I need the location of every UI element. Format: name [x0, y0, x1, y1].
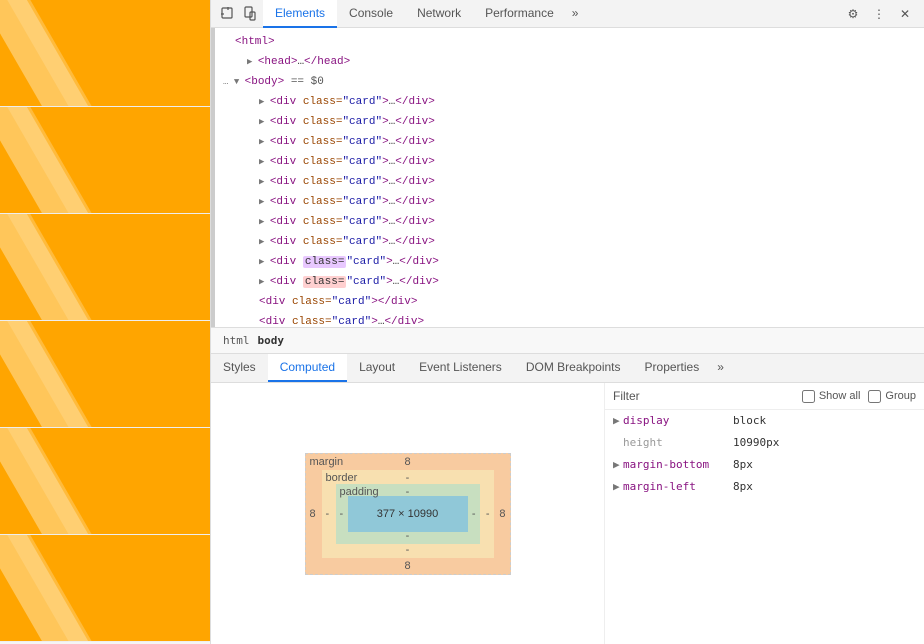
breadcrumb-html[interactable]: html [219, 332, 254, 349]
breadcrumb-bar: html body [211, 328, 924, 354]
padding-box: padding - - - 377 × 10990 - [336, 484, 480, 544]
close-icon[interactable]: ✕ [894, 3, 916, 25]
tab-elements[interactable]: Elements [263, 0, 337, 28]
border-box: border - - - padding - - - 377 × 10990 - [322, 470, 494, 558]
box-model-diagram: margin 8 8 8 border - - - padding - [305, 453, 511, 575]
card-preview-3 [0, 214, 210, 321]
panel-content: margin 8 8 8 border - - - padding - [211, 383, 924, 644]
tab-event-listeners[interactable]: Event Listeners [407, 354, 514, 382]
panel-tabs: Styles Computed Layout Event Listeners D… [211, 354, 924, 383]
prop-margin-left[interactable]: ▶ margin-left 8px [605, 476, 924, 498]
dom-line-card-1[interactable]: ▶ <div class="card">…</div> [219, 92, 924, 112]
breadcrumb-body[interactable]: body [254, 332, 289, 349]
padding-left-value: - [340, 508, 344, 520]
prop-display-name: display [623, 412, 733, 430]
prop-display-triangle[interactable]: ▶ [613, 412, 623, 430]
card-preview-2 [0, 107, 210, 214]
tab-console[interactable]: Console [337, 0, 405, 28]
margin-top-value: 8 [404, 456, 410, 468]
group-checkbox[interactable]: Group [868, 390, 916, 403]
prop-margin-bottom-value: 8px [733, 456, 753, 474]
border-left-value: - [326, 508, 330, 520]
dom-line-body[interactable]: … ▼ <body> == $0 [219, 72, 924, 92]
prop-height-name: height [623, 434, 733, 452]
devtools-panel: Elements Console Network Performance » ⚙… [210, 0, 924, 644]
dom-line-card-12[interactable]: <div class="card">…</div> [219, 312, 924, 328]
card-preview-1 [0, 0, 210, 107]
tab-computed[interactable]: Computed [268, 354, 347, 382]
group-input[interactable] [868, 390, 881, 403]
padding-top-value: - [406, 486, 410, 498]
prop-display[interactable]: ▶ display block [605, 410, 924, 432]
prop-margin-bottom[interactable]: ▶ margin-bottom 8px [605, 454, 924, 476]
bottom-panel: Styles Computed Layout Event Listeners D… [211, 354, 924, 644]
dom-line-card-7[interactable]: ▶ <div class="card">…</div> [219, 212, 924, 232]
dom-line-card-8[interactable]: ▶ <div class="card">…</div> [219, 232, 924, 252]
margin-right-value: 8 [499, 508, 505, 520]
devtools-toolbar: Elements Console Network Performance » ⚙… [211, 0, 924, 28]
dom-tree-panel[interactable]: <html> ▶ <head>…</head> … ▼ <body> == $0… [211, 28, 924, 328]
card-preview-5 [0, 428, 210, 535]
border-label: border [326, 472, 358, 484]
prop-height-triangle [613, 434, 623, 452]
settings-icon[interactable]: ⚙ [842, 3, 864, 25]
margin-left-value: 8 [310, 508, 316, 520]
tab-layout[interactable]: Layout [347, 354, 407, 382]
toolbar-actions: ⚙ ⋮ ✕ [842, 3, 916, 25]
margin-box: margin 8 8 8 border - - - padding - [305, 453, 511, 575]
content-box: 377 × 10990 [348, 496, 468, 532]
dom-line-card-3[interactable]: ▶ <div class="card">…</div> [219, 132, 924, 152]
prop-height-value: 10990px [733, 434, 779, 452]
device-toggle-icon[interactable] [241, 5, 259, 23]
dom-line-card-2[interactable]: ▶ <div class="card">…</div> [219, 112, 924, 132]
padding-bottom-value: - [406, 530, 410, 542]
computed-props-panel: Filter Show all Group ▶ display block [604, 383, 924, 644]
prop-margin-left-triangle[interactable]: ▶ [613, 478, 623, 496]
show-all-checkbox[interactable]: Show all [802, 390, 861, 403]
border-bottom-value: - [406, 544, 410, 556]
prop-margin-left-value: 8px [733, 478, 753, 496]
dom-line-card-9[interactable]: ▶ <div class="card">…</div> [219, 252, 924, 272]
devtools-tabs: Elements Console Network Performance » [263, 0, 842, 28]
padding-right-value: - [472, 508, 476, 520]
card-preview-4 [0, 321, 210, 428]
border-top-value: - [406, 472, 410, 484]
inspect-icon[interactable] [219, 5, 237, 23]
tab-styles[interactable]: Styles [211, 354, 268, 382]
dom-line-card-10[interactable]: ▶ <div class="card">…</div> [219, 272, 924, 292]
prop-display-value: block [733, 412, 766, 430]
margin-label: margin [310, 456, 344, 468]
more-options-icon[interactable]: ⋮ [868, 3, 890, 25]
prop-margin-bottom-triangle[interactable]: ▶ [613, 456, 623, 474]
tab-dom-breakpoints[interactable]: DOM Breakpoints [514, 354, 633, 382]
dom-line-card-11[interactable]: <div class="card"></div> [219, 292, 924, 312]
tab-network[interactable]: Network [405, 0, 473, 28]
show-all-label: Show all [819, 390, 861, 402]
card-preview-6 [0, 535, 210, 642]
dom-line-head[interactable]: ▶ <head>…</head> [219, 52, 924, 72]
filter-bar: Filter Show all Group [605, 383, 924, 410]
prop-margin-bottom-name: margin-bottom [623, 456, 733, 474]
tab-more[interactable]: » [566, 0, 585, 28]
tab-panel-more[interactable]: » [711, 354, 730, 382]
dom-line-html[interactable]: <html> [219, 32, 924, 52]
prop-margin-left-name: margin-left [623, 478, 733, 496]
prop-height: height 10990px [605, 432, 924, 454]
show-all-input[interactable] [802, 390, 815, 403]
dom-line-card-4[interactable]: ▶ <div class="card">…</div> [219, 152, 924, 172]
scroll-indicator [211, 28, 215, 327]
box-model-area: margin 8 8 8 border - - - padding - [211, 383, 604, 644]
margin-bottom-value: 8 [404, 560, 410, 572]
tab-performance[interactable]: Performance [473, 0, 566, 28]
filter-label: Filter [613, 389, 640, 403]
dom-line-card-6[interactable]: ▶ <div class="card">…</div> [219, 192, 924, 212]
tab-properties[interactable]: Properties [633, 354, 712, 382]
group-label: Group [885, 390, 916, 402]
padding-label: padding [340, 486, 379, 498]
dom-content: <html> ▶ <head>…</head> … ▼ <body> == $0… [219, 28, 924, 328]
border-right-value: - [486, 508, 490, 520]
card-previews-panel [0, 0, 210, 644]
dom-line-card-5[interactable]: ▶ <div class="card">…</div> [219, 172, 924, 192]
